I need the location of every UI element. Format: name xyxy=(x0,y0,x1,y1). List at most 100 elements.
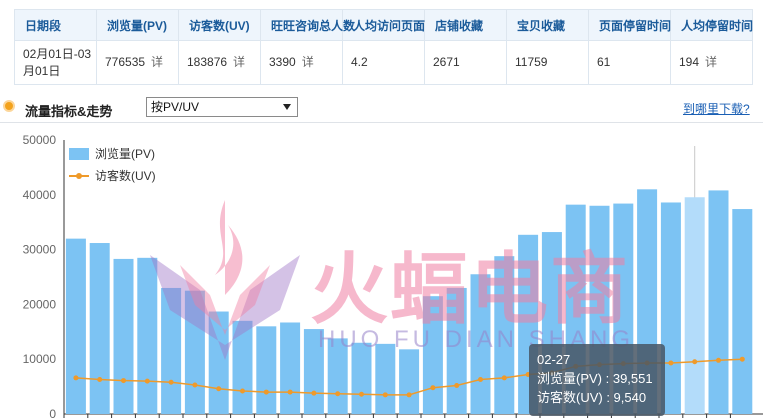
tooltip-date: 02-27 xyxy=(537,352,571,367)
wangwang-detail-link[interactable]: 详 xyxy=(302,55,314,69)
uv-point xyxy=(73,375,79,381)
legend-label-uv: 访客数(UV) xyxy=(95,169,156,183)
pv-bar xyxy=(446,287,467,414)
col-wangwang: 旺旺咨询总人数 xyxy=(260,9,355,41)
pv-detail-link[interactable]: 详 xyxy=(151,55,163,69)
metric-select[interactable]: 按PV/UV xyxy=(146,97,298,117)
cell-avg-stay: 194 详 xyxy=(670,40,753,85)
pv-bar xyxy=(684,197,705,414)
tooltip-uv: 访客数(UV) : 9,540 xyxy=(537,390,647,405)
uv-point xyxy=(406,392,412,398)
pv-bar xyxy=(280,322,301,414)
wangwang-value: 3390 xyxy=(269,55,296,69)
summary-table: 日期段 浏览量(PV) 访客数(UV) 旺旺咨询总人数 人均访问页面 店铺收藏 … xyxy=(14,9,753,85)
pv-bar xyxy=(375,343,396,414)
legend-line-swatch xyxy=(69,170,89,182)
pv-bar xyxy=(256,326,277,414)
cell-shop-fav: 2671 xyxy=(424,40,507,85)
pv-bar xyxy=(399,349,420,414)
uv-point xyxy=(287,389,293,395)
pv-bar xyxy=(65,238,86,414)
uv-point xyxy=(335,391,341,397)
cell-date-range: 02月01日-03月01日 xyxy=(14,40,97,85)
pv-bar xyxy=(89,243,110,414)
y-tick-label: 50000 xyxy=(23,133,57,147)
uv-point xyxy=(240,388,245,394)
uv-point xyxy=(716,357,721,363)
avg-stay-value: 194 xyxy=(679,55,700,69)
uv-point xyxy=(454,383,460,389)
col-uv: 访客数(UV) xyxy=(178,9,261,41)
cell-wangwang: 3390 详 xyxy=(260,40,343,85)
trend-section-header: 流量指标&走势 按PV/UV 到哪里下载? xyxy=(0,97,763,121)
legend-bar-swatch xyxy=(69,147,89,160)
col-shop-fav: 店铺收藏 xyxy=(424,9,507,41)
section-divider xyxy=(0,122,763,123)
cell-page-stay: 61 xyxy=(588,40,671,85)
y-tick-label: 20000 xyxy=(23,297,57,311)
uv-point xyxy=(359,391,364,397)
uv-point xyxy=(97,376,103,382)
y-tick-label: 10000 xyxy=(23,352,57,366)
col-date-range: 日期段 xyxy=(14,9,97,41)
uv-point xyxy=(501,375,507,381)
shop-fav-value: 2671 xyxy=(433,55,460,69)
pv-bar xyxy=(351,342,372,414)
uv-point xyxy=(668,360,674,366)
pv-bar xyxy=(208,311,229,414)
cell-item-fav: 11759 xyxy=(506,40,589,85)
cell-pv: 776535 详 xyxy=(96,40,179,85)
col-page-stay: 页面停留时间 xyxy=(588,9,671,41)
pv-bar xyxy=(327,338,348,414)
col-item-fav: 宝贝收藏 xyxy=(506,9,589,41)
pv-bar xyxy=(494,256,515,414)
legend-label-pv: 浏览量(PV) xyxy=(95,147,156,161)
avg-pages-value: 4.2 xyxy=(351,55,368,69)
y-tick-label: 40000 xyxy=(23,188,57,202)
dropdown-arrow-icon xyxy=(283,104,291,110)
cell-avg-pages: 4.2 xyxy=(342,40,425,85)
pv-value: 776535 xyxy=(105,55,146,69)
pv-bar xyxy=(137,257,158,414)
uv-point xyxy=(168,379,174,385)
pv-bar xyxy=(470,274,491,414)
legend-item-pv[interactable]: 浏览量(PV) xyxy=(69,145,156,167)
pv-bar xyxy=(113,258,134,414)
download-help-link[interactable]: 到哪里下载? xyxy=(683,100,750,117)
uv-point xyxy=(382,392,388,398)
uv-detail-link[interactable]: 详 xyxy=(233,55,245,69)
pv-bar xyxy=(732,209,753,414)
uv-point xyxy=(216,386,222,392)
pv-bar xyxy=(184,290,205,414)
uv-point xyxy=(478,376,483,382)
chart-legend: 浏览量(PV) 访客数(UV) xyxy=(69,145,156,189)
col-avg-pages: 人均访问页面 xyxy=(342,9,425,41)
col-avg-stay: 人均停留时间 xyxy=(670,9,753,41)
y-tick-label: 30000 xyxy=(23,243,57,257)
date-range-value: 02月01日-03月01日 xyxy=(23,46,92,78)
metric-select-value: 按PV/UV xyxy=(151,100,200,114)
legend-item-uv[interactable]: 访客数(UV) xyxy=(69,167,156,189)
avg-stay-detail-link[interactable]: 详 xyxy=(705,55,717,69)
summary-data-row: 02月01日-03月01日 776535 详 183876 详 3390 详 4.2 … xyxy=(14,40,753,85)
uv-point xyxy=(739,356,745,362)
pv-bar xyxy=(708,190,729,414)
chart-tooltip: 02-27 浏览量(PV) : 39,551 访客数(UV) : 9,540 xyxy=(529,344,665,416)
pv-bar xyxy=(303,329,324,414)
pv-bar xyxy=(422,296,443,414)
uv-point xyxy=(192,382,198,388)
bullet-circle-icon xyxy=(3,100,15,112)
tooltip-pv: 浏览量(PV) : 39,551 xyxy=(537,371,653,386)
cell-uv: 183876 详 xyxy=(178,40,261,85)
uv-point xyxy=(692,359,698,365)
uv-point xyxy=(311,390,317,396)
pv-bar xyxy=(232,320,253,414)
page-stay-value: 61 xyxy=(597,55,611,69)
section-title: 流量指标&走势 xyxy=(25,104,113,119)
uv-point xyxy=(430,385,436,391)
y-tick-label: 0 xyxy=(49,407,56,418)
uv-point xyxy=(263,389,269,395)
uv-value: 183876 xyxy=(187,55,228,69)
item-fav-value: 11759 xyxy=(515,55,548,69)
uv-point xyxy=(121,378,126,384)
